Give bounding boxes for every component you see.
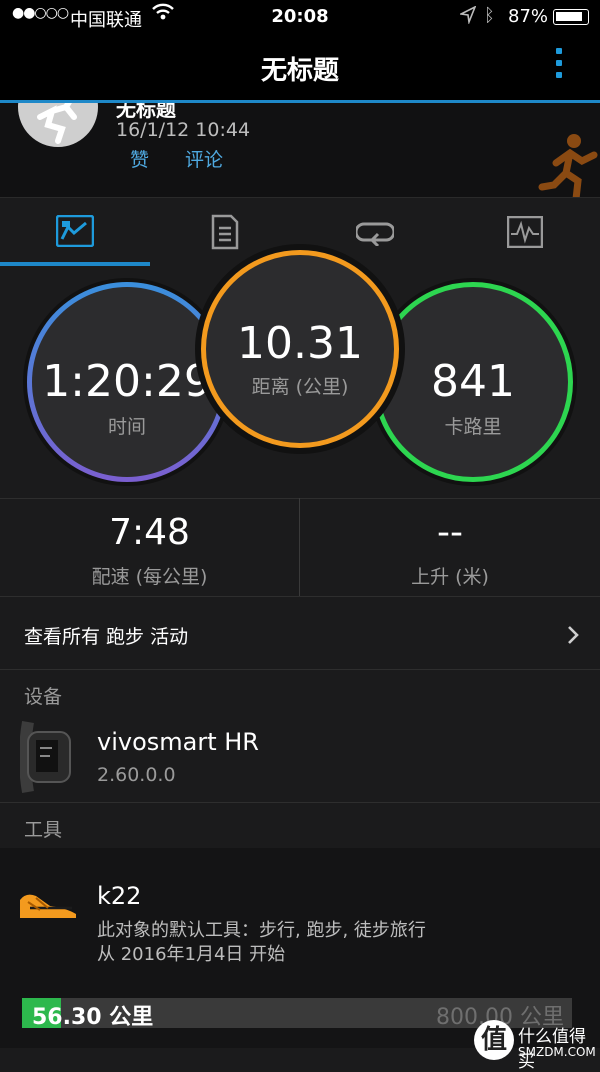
runner-icon: [37, 103, 77, 144]
activity-header: 无标题 16/1/12 10:44 赞 评论: [0, 103, 600, 198]
overview-icon: [56, 215, 94, 247]
device-name: vivosmart HR: [97, 728, 259, 756]
stats-row: 7:48 配速 (每公里) -- 上升 (米): [0, 498, 600, 597]
gear-description: 此对象的默认工具：步行, 跑步, 徒步旅行: [97, 920, 426, 941]
calories-label: 卡路里: [444, 416, 502, 438]
tab-chart[interactable]: [450, 198, 600, 268]
status-bar: ●●○○○ 中国联通 20:08 ᛒ 87%: [0, 0, 600, 34]
like-link[interactable]: 赞: [130, 145, 149, 172]
activity-date: 16/1/12 10:44: [116, 119, 251, 141]
ascent-label: 上升 (米): [411, 566, 489, 588]
time-value: 1:20:29: [42, 356, 212, 407]
chart-icon: [507, 216, 543, 248]
details-icon: [211, 214, 239, 250]
metrics-panel: 1:20:29 时间 841 卡路里 10.31 距离 (公里): [0, 250, 600, 499]
distance-value: 10.31: [237, 318, 363, 369]
battery-label: 87%: [508, 6, 549, 27]
bluetooth-icon: ᛒ: [484, 5, 495, 26]
ascent-value: --: [437, 512, 463, 553]
location-icon: [458, 5, 477, 29]
calories-value: 841: [431, 356, 515, 407]
chevron-right-icon: [568, 626, 579, 644]
view-all-label: 查看所有 跑步 活动: [24, 626, 189, 648]
battery-icon: [553, 9, 589, 25]
nav-bar: 无标题: [0, 34, 600, 103]
time-label: 时间: [107, 416, 146, 438]
progress-value: 56.30 公里: [32, 1005, 154, 1030]
laps-icon: [356, 222, 394, 246]
watermark-sub: SMZDM.COM: [518, 1045, 596, 1059]
pace-label: 配速 (每公里): [91, 566, 208, 588]
device-section-header: 设备: [24, 686, 63, 708]
device-version: 2.60.0.0: [97, 764, 176, 786]
gear-section-header: 工具: [24, 819, 63, 841]
page-title: 无标题: [260, 56, 339, 86]
activity-avatar: [18, 103, 98, 147]
more-menu-icon[interactable]: [556, 48, 564, 84]
pace-value: 7:48: [109, 512, 190, 553]
distance-label: 距离 (公里): [251, 376, 349, 398]
comment-link[interactable]: 评论: [185, 145, 223, 172]
view-all-activities-row[interactable]: 查看所有 跑步 活动: [0, 597, 600, 670]
running-activity-icon: [536, 133, 600, 197]
device-row[interactable]: vivosmart HR 2.60.0.0: [0, 712, 600, 803]
gear-name: k22: [97, 882, 142, 910]
shoe-icon: [16, 886, 80, 926]
vivosmart-band-icon: [19, 718, 76, 800]
active-tab-indicator: [0, 262, 150, 266]
gear-start-date: 从 2016年1月4日 开始: [97, 944, 286, 965]
tab-overview[interactable]: [0, 198, 150, 268]
watermark-logo: 值: [474, 1020, 514, 1060]
